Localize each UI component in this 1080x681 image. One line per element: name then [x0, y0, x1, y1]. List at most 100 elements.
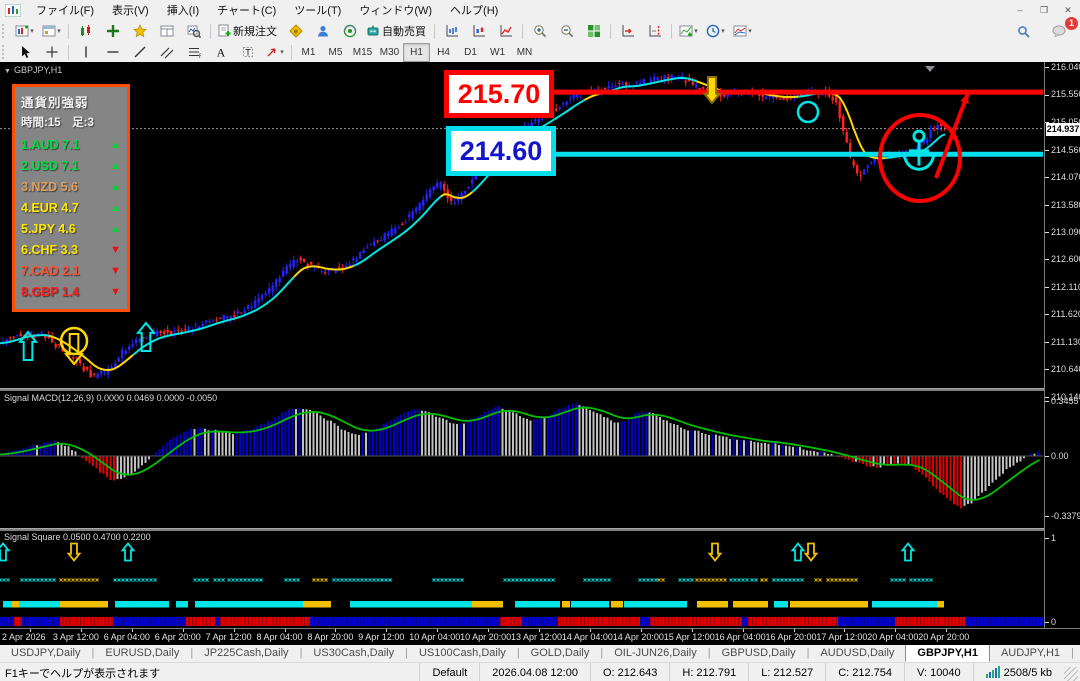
date-label: 16 Apr 20:00 — [765, 632, 817, 642]
profiles-icon — [42, 24, 56, 38]
cursor-tool[interactable] — [11, 42, 38, 62]
profiles-button[interactable]: ▾ — [38, 21, 65, 41]
timeframe-m1[interactable]: M1 — [295, 43, 322, 62]
price-tick: 216.040 — [1045, 62, 1080, 72]
chart-tab-audjpy-h1[interactable]: AUDJPY,H1 — [990, 644, 1071, 662]
chart-tab-gold-daily[interactable]: GOLD,Daily — [520, 644, 601, 662]
status-chart-time: 2026.04.08 12:00 — [479, 663, 590, 681]
resize-grip[interactable] — [1064, 667, 1078, 681]
fibonacci-icon: F — [187, 45, 201, 59]
timeframe-m30[interactable]: M30 — [376, 43, 403, 62]
crosshair-tool[interactable] — [38, 42, 65, 62]
indicators-button[interactable]: ▾ — [675, 21, 702, 41]
menu-file[interactable]: ファイル(F) — [27, 0, 103, 20]
menu-help[interactable]: ヘルプ(H) — [441, 0, 507, 20]
macd-indicator-chart[interactable] — [0, 390, 1044, 528]
currency-strength-panel: 通貨別強弱 時間:15 足:3 1.AUD 7.1 ▲ 2.USD 7.1 ▲ 3.NZ… — [12, 84, 130, 312]
timeframe-h4[interactable]: H4 — [430, 43, 457, 62]
chart-tab-jp225cash-daily[interactable]: JP225Cash,Daily — [193, 644, 299, 662]
label-tool[interactable]: T — [234, 42, 261, 62]
strength-row-aud: 1.AUD 7.1 ▲ — [21, 137, 121, 152]
templates-button[interactable]: ▾ — [729, 21, 756, 41]
bar-chart-button[interactable] — [438, 21, 465, 41]
line-chart-button[interactable] — [492, 21, 519, 41]
candle-chart-icon — [472, 24, 486, 38]
timeframe-w1[interactable]: W1 — [484, 43, 511, 62]
date-label: 10 Apr 04:00 — [409, 632, 461, 642]
chart-symbol-collapse-icon[interactable]: ▼ — [4, 68, 11, 75]
signals-button[interactable] — [336, 21, 363, 41]
trendline-tool[interactable] — [126, 42, 153, 62]
strategy-tester-button[interactable] — [180, 21, 207, 41]
timeframe-m15[interactable]: M15 — [349, 43, 376, 62]
price-tick: 211.130 — [1045, 337, 1080, 347]
minimize-button[interactable]: – — [1008, 2, 1032, 18]
chart-tab-us100cash-daily[interactable]: US100Cash,Daily — [408, 644, 517, 662]
fibonacci-tool[interactable]: F — [180, 42, 207, 62]
dropdown-caret-icon[interactable]: ▾ — [280, 48, 284, 56]
search-button[interactable] — [1010, 21, 1037, 41]
data-window-button[interactable] — [99, 21, 126, 41]
chart-tab-us30cash-daily[interactable]: US30Cash,Daily — [302, 644, 405, 662]
market-watch-button[interactable] — [72, 21, 99, 41]
community-button[interactable] — [309, 21, 336, 41]
tile-windows-button[interactable] — [580, 21, 607, 41]
dropdown-caret-icon[interactable]: ▾ — [57, 27, 61, 35]
terminal-button[interactable] — [153, 21, 180, 41]
new-chart-button[interactable]: ▾ — [11, 21, 38, 41]
dropdown-caret-icon[interactable]: ▾ — [748, 27, 752, 35]
svg-text:e: e — [294, 29, 298, 36]
restore-button[interactable]: ❐ — [1032, 2, 1056, 18]
dropdown-caret-icon[interactable]: ▾ — [694, 27, 698, 35]
menu-window[interactable]: ウィンドウ(W) — [350, 0, 441, 20]
zoom-out-button[interactable] — [553, 21, 580, 41]
chart-tab-audusd-daily[interactable]: AUDUSD,Daily — [809, 644, 905, 662]
chart-shift-button[interactable] — [641, 21, 668, 41]
date-axis[interactable]: 2 Apr 2026 3 Apr 12:00 6 Apr 04:00 6 Apr 20… — [0, 628, 1080, 645]
price-axis[interactable]: 216.040215.550215.050214.560214.070213.5… — [1044, 62, 1080, 628]
zoom-in-button[interactable] — [526, 21, 553, 41]
channel-tool[interactable] — [153, 42, 180, 62]
chart-tab-gbpjpy-h1[interactable]: GBPJPY,H1 — [905, 644, 990, 662]
chart-tab-eurusd-daily[interactable]: EURUSD,Daily — [94, 644, 190, 662]
vertical-line-tool[interactable] — [72, 42, 99, 62]
periods-button[interactable]: ▾ — [702, 21, 729, 41]
horizontal-line-tool[interactable] — [99, 42, 126, 62]
menu-insert[interactable]: 挿入(I) — [158, 0, 208, 20]
timeframe-mn[interactable]: MN — [511, 43, 538, 62]
zoom-in-icon — [533, 24, 547, 38]
timeframe-m5[interactable]: M5 — [322, 43, 349, 62]
toolbar-grip2[interactable] — [2, 45, 8, 59]
dropdown-caret-icon[interactable]: ▾ — [30, 27, 34, 35]
search-icon — [1018, 25, 1030, 38]
navigator-button[interactable] — [126, 21, 153, 41]
date-label: 13 Apr 12:00 — [511, 632, 563, 642]
status-bandwidth: 2508/5 kb — [972, 663, 1064, 681]
chart-area[interactable]: ▼ GBPJPY,H1 通貨別強弱 時間:15 足:3 1.AUD 7.1 ▲ 2.U… — [0, 62, 1080, 628]
svg-text:A: A — [216, 46, 225, 60]
signal-square-chart[interactable] — [0, 530, 1044, 628]
toolbar-grip[interactable] — [2, 24, 8, 38]
channel-icon — [160, 45, 174, 59]
dropdown-caret-icon[interactable]: ▾ — [721, 27, 725, 35]
arrows-tool[interactable]: ▾ — [261, 42, 288, 62]
text-tool[interactable]: A — [207, 42, 234, 62]
menu-view[interactable]: 表示(V) — [103, 0, 158, 20]
timeframe-h1[interactable]: H1 — [403, 42, 430, 62]
notifications-button[interactable]: 1 — [1045, 17, 1078, 41]
chart-tab-gbpusd-daily[interactable]: GBPUSD,Daily — [711, 644, 807, 662]
autotrading-button[interactable]: 自動売買 — [363, 21, 431, 41]
auto-scroll-button[interactable] — [614, 21, 641, 41]
timeframe-d1[interactable]: D1 — [457, 43, 484, 62]
menu-charts[interactable]: チャート(C) — [208, 0, 285, 20]
up-arrow-icon: ▲ — [110, 222, 121, 235]
chart-tab-usdjpy-daily[interactable]: USDJPY,Daily — [0, 644, 92, 662]
chart-tab-usdjpy-h1[interactable]: USDJPY,H1 — [1074, 644, 1080, 662]
menu-tools[interactable]: ツール(T) — [285, 0, 350, 20]
close-button[interactable]: ✕ — [1056, 2, 1080, 18]
candle-chart-button[interactable] — [465, 21, 492, 41]
community-icon — [316, 24, 330, 38]
metaeditor-button[interactable]: e — [282, 21, 309, 41]
new-order-button[interactable]: 新規注文 — [214, 21, 282, 41]
chart-tab-oil-jun26-daily[interactable]: OIL-JUN26,Daily — [603, 644, 708, 662]
